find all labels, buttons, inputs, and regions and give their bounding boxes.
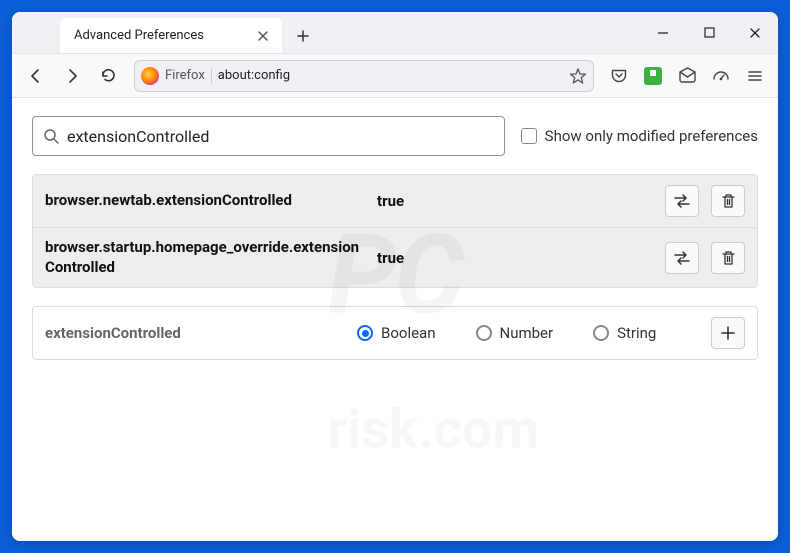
- extension-icon[interactable]: [638, 61, 668, 91]
- nav-toolbar: Firefox about:config: [12, 54, 778, 98]
- toggle-button[interactable]: [665, 242, 699, 274]
- browser-tab[interactable]: Advanced Preferences: [60, 18, 282, 53]
- pref-value: true: [377, 249, 653, 267]
- radio-string[interactable]: String: [593, 324, 656, 342]
- back-button[interactable]: [20, 60, 52, 92]
- content-area: PC risk.com extensionControlled Show onl…: [12, 98, 778, 541]
- radio-label: String: [617, 324, 656, 342]
- app-menu-button[interactable]: [740, 61, 770, 91]
- show-modified-checkbox[interactable]: Show only modified preferences: [521, 127, 758, 145]
- identity-label: Firefox: [165, 68, 212, 83]
- pref-name: browser.startup.homepage_override.extens…: [45, 238, 365, 277]
- radio-boolean[interactable]: Boolean: [357, 324, 436, 342]
- radio-number[interactable]: Number: [476, 324, 554, 342]
- add-pref-button[interactable]: [711, 317, 745, 349]
- url-bar[interactable]: Firefox about:config: [134, 60, 594, 92]
- window-controls: [640, 12, 778, 53]
- tab-title: Advanced Preferences: [74, 28, 204, 43]
- pref-row[interactable]: browser.newtab.extensionControlled true: [33, 175, 757, 227]
- bookmark-star-icon[interactable]: [569, 67, 587, 85]
- pref-row[interactable]: browser.startup.homepage_override.extens…: [33, 227, 757, 287]
- show-modified-label: Show only modified preferences: [545, 127, 758, 145]
- watermark-sub: risk.com: [327, 399, 539, 462]
- radio-icon: [593, 325, 609, 341]
- new-pref-row: extensionControlled Boolean Number Strin…: [32, 306, 758, 360]
- new-tab-button[interactable]: [288, 18, 318, 53]
- forward-button[interactable]: [56, 60, 88, 92]
- pocket-icon[interactable]: [604, 61, 634, 91]
- new-pref-name: extensionControlled: [45, 324, 345, 342]
- radio-label: Number: [500, 324, 554, 342]
- delete-button[interactable]: [711, 185, 745, 217]
- mail-icon[interactable]: [672, 61, 702, 91]
- close-window-button[interactable]: [732, 12, 778, 54]
- reload-button[interactable]: [92, 60, 124, 92]
- titlebar: Advanced Preferences: [12, 12, 778, 54]
- checkbox-icon: [521, 128, 537, 144]
- url-text: about:config: [218, 68, 563, 83]
- delete-button[interactable]: [711, 242, 745, 274]
- search-icon: [43, 128, 59, 144]
- pref-list: browser.newtab.extensionControlled true …: [32, 174, 758, 288]
- dashboard-icon[interactable]: [706, 61, 736, 91]
- radio-label: Boolean: [381, 324, 436, 342]
- pref-name: browser.newtab.extensionControlled: [45, 191, 365, 211]
- radio-icon: [357, 325, 373, 341]
- firefox-logo-icon: [141, 67, 159, 85]
- type-options: Boolean Number String: [357, 324, 699, 342]
- maximize-button[interactable]: [686, 12, 732, 54]
- radio-icon: [476, 325, 492, 341]
- toggle-button[interactable]: [665, 185, 699, 217]
- search-value: extensionControlled: [67, 127, 209, 146]
- pref-search-input[interactable]: extensionControlled: [32, 116, 505, 156]
- close-tab-button[interactable]: [254, 27, 272, 45]
- pref-value: true: [377, 192, 653, 210]
- minimize-button[interactable]: [640, 12, 686, 54]
